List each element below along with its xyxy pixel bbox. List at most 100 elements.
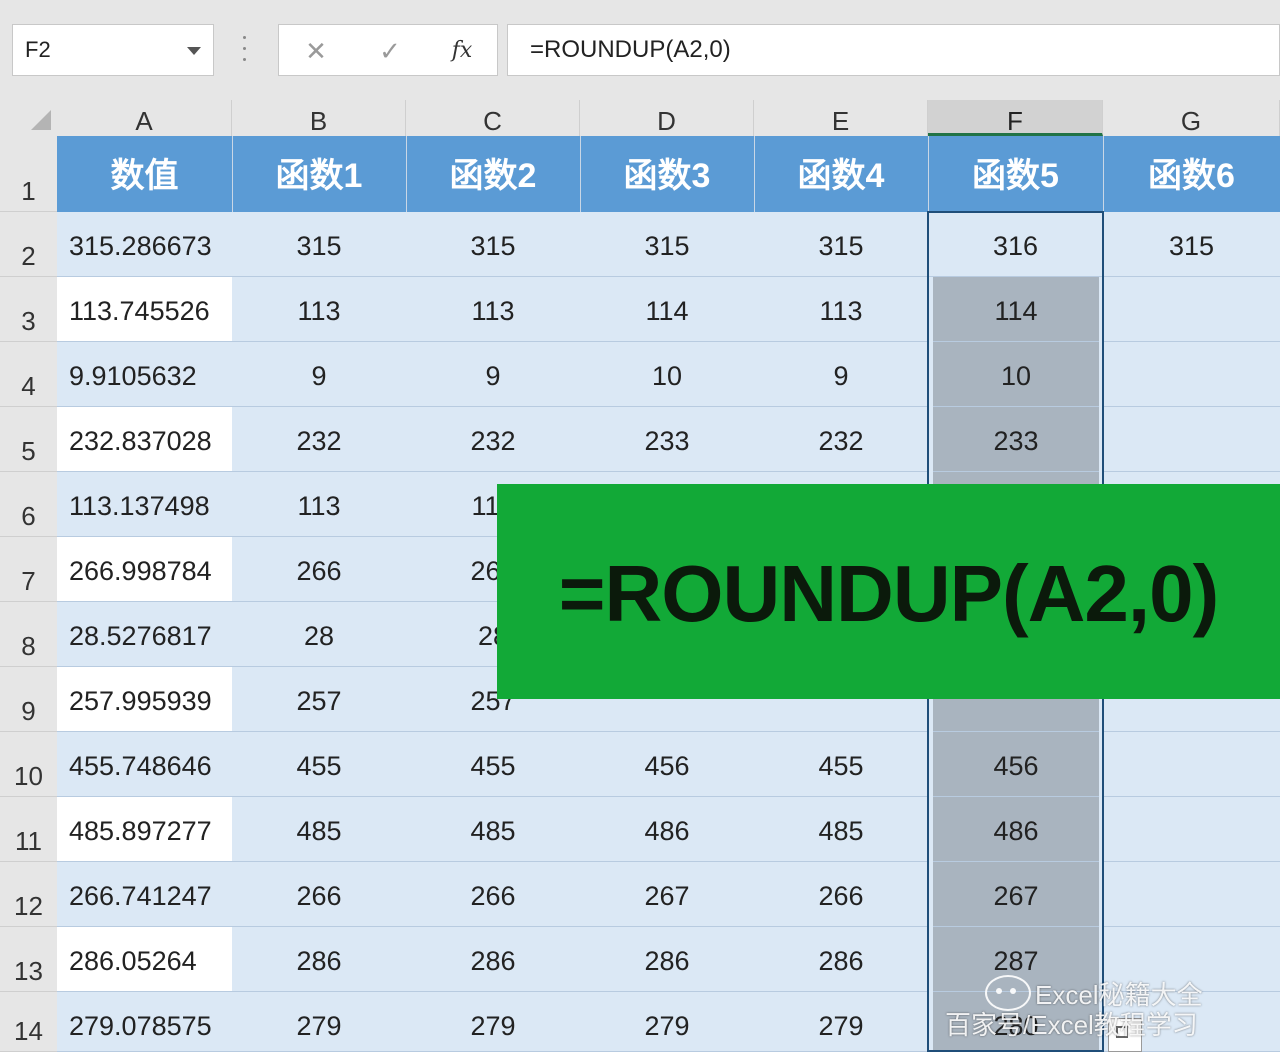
cell-a12[interactable]: 266.741247 (57, 862, 232, 927)
cell-d5[interactable]: 233 (580, 407, 754, 472)
cell-b11[interactable]: 485 (232, 797, 406, 862)
cell-f2[interactable]: 316 (928, 212, 1103, 277)
row-header-7[interactable]: 7 (0, 537, 57, 602)
cell-e14[interactable]: 279 (754, 992, 928, 1052)
cell-a3[interactable]: 113.745526 (57, 277, 232, 342)
column-header-a[interactable]: A (57, 100, 232, 136)
cell-f11[interactable]: 486 (933, 797, 1099, 862)
row-header-2[interactable]: 2 (0, 212, 57, 277)
cell-e2[interactable]: 315 (754, 212, 928, 277)
cell-d11[interactable]: 486 (580, 797, 754, 862)
formula-input[interactable]: =ROUNDUP(A2,0) (507, 24, 1280, 76)
cell-b4[interactable]: 9 (232, 342, 406, 407)
cell-f4[interactable]: 10 (933, 342, 1099, 407)
cell-b12[interactable]: 266 (232, 862, 406, 927)
cell-g10[interactable] (1103, 732, 1280, 797)
cell-c3[interactable]: 113 (406, 277, 580, 342)
cell-f5[interactable]: 233 (933, 407, 1099, 472)
cell-c10[interactable]: 455 (406, 732, 580, 797)
cell-b8[interactable]: 28 (232, 602, 406, 667)
row-header-13[interactable]: 13 (0, 927, 57, 992)
cell-d14[interactable]: 279 (580, 992, 754, 1052)
cell-a13[interactable]: 286.05264 (57, 927, 232, 992)
row-header-10[interactable]: 10 (0, 732, 57, 797)
cell-a11[interactable]: 485.897277 (57, 797, 232, 862)
cell-g3[interactable] (1103, 277, 1280, 342)
header-cell-d[interactable]: 函数3 (580, 136, 754, 212)
cell-a7[interactable]: 266.998784 (57, 537, 232, 602)
header-cell-f[interactable]: 函数5 (928, 136, 1103, 212)
cell-g11[interactable] (1103, 797, 1280, 862)
cell-f3[interactable]: 114 (933, 277, 1099, 342)
column-header-d[interactable]: D (580, 100, 754, 136)
row-header-3[interactable]: 3 (0, 277, 57, 342)
cell-c2[interactable]: 315 (406, 212, 580, 277)
header-cell-a[interactable]: 数值 (57, 136, 232, 212)
select-all-button[interactable] (0, 100, 57, 136)
cell-c5[interactable]: 232 (406, 407, 580, 472)
name-box[interactable]: F2 (12, 24, 214, 76)
cell-b7[interactable]: 266 (232, 537, 406, 602)
row-header-1[interactable]: 1 (0, 136, 57, 212)
header-cell-g[interactable]: 函数6 (1103, 136, 1280, 212)
cell-a8[interactable]: 28.5276817 (57, 602, 232, 667)
cell-b3[interactable]: 113 (232, 277, 406, 342)
drag-handle-icon[interactable] (243, 36, 247, 64)
cell-e11[interactable]: 485 (754, 797, 928, 862)
row-header-6[interactable]: 6 (0, 472, 57, 537)
cell-e12[interactable]: 266 (754, 862, 928, 927)
cell-e3[interactable]: 113 (754, 277, 928, 342)
cell-e13[interactable]: 286 (754, 927, 928, 992)
cell-a5[interactable]: 232.837028 (57, 407, 232, 472)
cell-b14[interactable]: 279 (232, 992, 406, 1052)
column-header-b[interactable]: B (232, 100, 406, 136)
cell-b9[interactable]: 257 (232, 667, 406, 732)
row-header-14[interactable]: 14 (0, 992, 57, 1052)
column-header-f[interactable]: F (928, 100, 1103, 136)
cell-c13[interactable]: 286 (406, 927, 580, 992)
cell-b5[interactable]: 232 (232, 407, 406, 472)
cell-a2[interactable]: 315.286673 (57, 212, 232, 277)
cell-d4[interactable]: 10 (580, 342, 754, 407)
insert-function-icon[interactable]: fx (437, 33, 487, 69)
cell-g5[interactable] (1103, 407, 1280, 472)
column-header-g[interactable]: G (1103, 100, 1280, 136)
cell-g12[interactable] (1103, 862, 1280, 927)
cell-f10[interactable]: 456 (933, 732, 1099, 797)
cell-d13[interactable]: 286 (580, 927, 754, 992)
column-header-c[interactable]: C (406, 100, 580, 136)
cell-c4[interactable]: 9 (406, 342, 580, 407)
cell-a10[interactable]: 455.748646 (57, 732, 232, 797)
header-cell-b[interactable]: 函数1 (232, 136, 406, 212)
cell-f12[interactable]: 267 (933, 862, 1099, 927)
cell-d2[interactable]: 315 (580, 212, 754, 277)
cell-e4[interactable]: 9 (754, 342, 928, 407)
cell-d10[interactable]: 456 (580, 732, 754, 797)
row-header-9[interactable]: 9 (0, 667, 57, 732)
cell-d12[interactable]: 267 (580, 862, 754, 927)
check-icon[interactable]: ✓ (365, 33, 415, 69)
cell-b6[interactable]: 113 (232, 472, 406, 537)
row-header-8[interactable]: 8 (0, 602, 57, 667)
cell-b10[interactable]: 455 (232, 732, 406, 797)
cell-a9[interactable]: 257.995939 (57, 667, 232, 732)
cell-a4[interactable]: 9.9105632 (57, 342, 232, 407)
row-header-11[interactable]: 11 (0, 797, 57, 862)
cancel-icon[interactable]: ✕ (291, 33, 341, 69)
cell-c12[interactable]: 266 (406, 862, 580, 927)
cell-d3[interactable]: 114 (580, 277, 754, 342)
cell-a14[interactable]: 279.078575 (57, 992, 232, 1052)
chevron-down-icon[interactable] (187, 47, 201, 55)
cell-e10[interactable]: 455 (754, 732, 928, 797)
header-cell-e[interactable]: 函数4 (754, 136, 928, 212)
cell-g4[interactable] (1103, 342, 1280, 407)
cell-b2[interactable]: 315 (232, 212, 406, 277)
row-header-4[interactable]: 4 (0, 342, 57, 407)
header-cell-c[interactable]: 函数2 (406, 136, 580, 212)
cell-c11[interactable]: 485 (406, 797, 580, 862)
row-header-12[interactable]: 12 (0, 862, 57, 927)
cell-a6[interactable]: 113.137498 (57, 472, 232, 537)
cell-e5[interactable]: 232 (754, 407, 928, 472)
column-header-e[interactable]: E (754, 100, 928, 136)
row-header-5[interactable]: 5 (0, 407, 57, 472)
